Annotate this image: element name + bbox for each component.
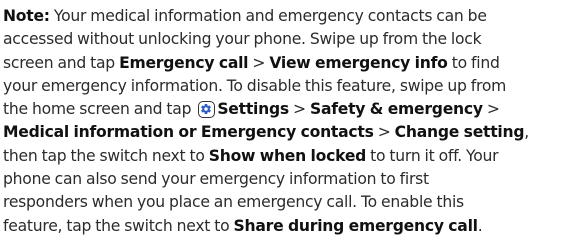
note-text: responders when you place an emergency c… bbox=[3, 193, 464, 212]
note-text: to find bbox=[447, 53, 500, 72]
path-separator: > bbox=[373, 123, 395, 142]
safety-emergency-term: Safety & emergency bbox=[309, 100, 483, 119]
emergency-call-term: Emergency call bbox=[119, 53, 249, 72]
note-text: your emergency information. To disable t… bbox=[3, 76, 507, 95]
note-line-10: feature, tap the switch next to Share du… bbox=[3, 215, 565, 238]
note-text: feature, tap the switch next to bbox=[3, 216, 234, 235]
path-separator: > bbox=[288, 100, 310, 119]
note-paragraph: Note: Your medical information and emerg… bbox=[3, 5, 565, 238]
share-during-emergency-call-term: Share during emergency call bbox=[233, 216, 478, 235]
note-line-8: phone can also send your emergency infor… bbox=[3, 168, 565, 191]
path-separator: > bbox=[248, 53, 270, 72]
note-text: . bbox=[477, 216, 483, 235]
note-line-5: the home screen and tap Settings > Safet… bbox=[3, 98, 565, 121]
note-line-1: Note: Your medical information and emerg… bbox=[3, 5, 565, 28]
change-setting-term: Change setting bbox=[394, 123, 525, 142]
path-separator: > bbox=[482, 100, 500, 119]
settings-term: Settings bbox=[217, 100, 289, 119]
note-line-3: screen and tap Emergency call > View eme… bbox=[3, 52, 565, 75]
medical-info-term: Medical information or Emergency contact… bbox=[3, 123, 374, 142]
note-text: to turn it off. Your bbox=[366, 146, 499, 165]
note-line-9: responders when you place an emergency c… bbox=[3, 191, 565, 214]
note-text: the home screen and tap bbox=[3, 100, 196, 119]
note-line-6: Medical information or Emergency contact… bbox=[3, 121, 565, 144]
note-label: Note: bbox=[3, 7, 50, 25]
view-emergency-info-term: View emergency info bbox=[269, 53, 448, 72]
note-line-4: your emergency information. To disable t… bbox=[3, 75, 565, 98]
note-text: Your medical information and emergency c… bbox=[49, 7, 487, 25]
settings-gear-icon bbox=[198, 101, 216, 119]
show-when-locked-term: Show when locked bbox=[208, 146, 367, 165]
note-text: , bbox=[524, 123, 530, 142]
note-text: then tap the switch next to bbox=[3, 146, 209, 165]
note-text: accessed without unlocking your phone. S… bbox=[3, 30, 482, 49]
note-text: screen and tap bbox=[3, 53, 120, 72]
note-line-7: then tap the switch next to Show when lo… bbox=[3, 145, 565, 168]
note-line-2: accessed without unlocking your phone. S… bbox=[3, 28, 565, 51]
note-text: phone can also send your emergency infor… bbox=[3, 170, 429, 189]
gear-icon bbox=[201, 104, 212, 115]
